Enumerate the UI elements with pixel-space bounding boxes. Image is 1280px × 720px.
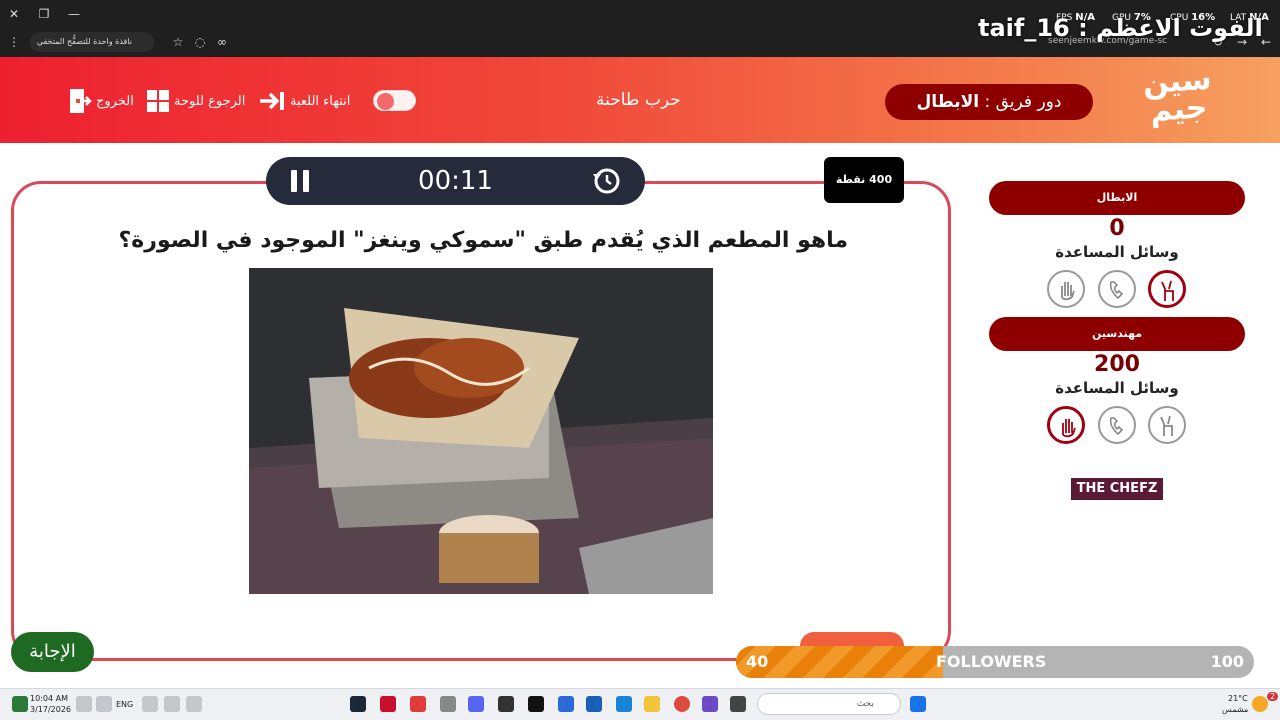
exit-door-icon [70,89,92,113]
theme-toggle[interactable] [373,90,416,111]
microphone-icon[interactable] [142,696,158,712]
settings-icon[interactable] [440,696,456,712]
edge-icon[interactable] [616,696,632,712]
windows-start-icon[interactable] [910,696,926,712]
question-text: ماهو المطعم الذي يُقدم طبق "سموكي وينغز"… [118,228,848,253]
discord-icon[interactable] [468,696,484,712]
game-name: حرب طاحنة [596,90,681,110]
incognito-icon[interactable]: ∞ [212,32,232,52]
team-score: 0 [1109,216,1125,241]
volume-icon[interactable] [76,696,92,712]
call-friend-aid-icon[interactable] [1098,406,1136,444]
restore-window-icon[interactable]: ❐ [34,4,54,24]
followers-current: 40 [746,652,769,671]
app-taskview-icon[interactable] [730,696,746,712]
eye-off-icon[interactable]: ◌ [190,32,210,52]
team-name-pill: مهندسين [989,317,1245,351]
star-icon[interactable]: ☆ [168,32,188,52]
timer-bar: 00:11 [266,157,645,205]
back-to-board-button[interactable]: الرجوع للوحة [146,88,245,114]
team-score: 200 [1094,352,1140,377]
followers-label: FOLLOWERS [936,652,1047,671]
hold-aid-icon[interactable] [1047,270,1085,308]
logo: سين جيم [1141,61,1213,129]
incognito-pill[interactable]: نافذة واحدة للتصفُّح المتخفي [30,32,154,52]
capcut-icon[interactable] [528,696,544,712]
file-explorer-icon[interactable] [644,696,660,712]
steam-icon[interactable] [350,696,366,712]
network-icon[interactable] [96,696,112,712]
store-icon[interactable] [586,696,602,712]
aids-label: وسائل المساعدة [1055,379,1179,397]
pause-icon[interactable] [290,170,310,192]
grid-icon [147,90,169,112]
aids-label: وسائل المساعدة [1055,243,1179,261]
app-purple-icon[interactable] [702,696,718,712]
reset-timer-icon[interactable] [592,166,622,196]
chrome-icon[interactable] [674,696,690,712]
end-game-icon [260,92,284,110]
clock-time: 10:04 AM [30,694,68,703]
stream-overlay-title: taif_16 : الفوت الاعظم [978,14,1263,42]
timer-text: 00:11 [418,166,493,196]
followers-progress: 40 FOLLOWERS 100 [736,646,1254,678]
call-friend-aid-icon[interactable] [1098,270,1136,308]
app-todo-icon[interactable] [410,696,426,712]
exit-button[interactable]: الخروج [68,88,134,114]
sponsor-logo: THE CHEFZ [1071,478,1163,500]
two-answers-aid-icon[interactable] [1148,406,1186,444]
two-answers-aid-icon[interactable] [1148,270,1186,308]
weather-icon[interactable] [1252,696,1268,712]
end-game-button[interactable]: انتهاء اللعبة [258,88,350,114]
menu-icon[interactable]: ⋮ [4,32,24,52]
sync-icon[interactable] [164,696,180,712]
question-image [249,268,713,594]
mail-icon[interactable] [558,696,574,712]
app-dark-icon[interactable] [498,696,514,712]
team-turn-indicator: دور فريق : الابطال [885,84,1093,120]
app-tray-icon[interactable] [12,696,28,712]
minimize-window-icon[interactable]: — [64,4,84,24]
followers-max: 100 [1210,652,1244,671]
taskbar-search[interactable]: بحث [757,693,901,715]
weather-desc: مشمس [1222,705,1249,714]
chevron-up-icon[interactable] [186,696,202,712]
notification-badge: 2 [1267,692,1279,701]
close-window-icon[interactable]: ✕ [4,4,24,24]
points-badge: 400 نقطة [824,157,904,203]
language-indicator[interactable]: ENG [116,700,133,709]
hold-aid-icon[interactable] [1047,406,1085,444]
team-name-pill: الابطال [989,181,1245,215]
app-red-icon[interactable] [380,696,396,712]
toggle-knob [377,93,394,110]
answer-button[interactable]: الإجابة [11,632,94,672]
weather-temp: 21°C [1228,694,1248,703]
clock-date: 3/17/2026 [30,705,72,714]
